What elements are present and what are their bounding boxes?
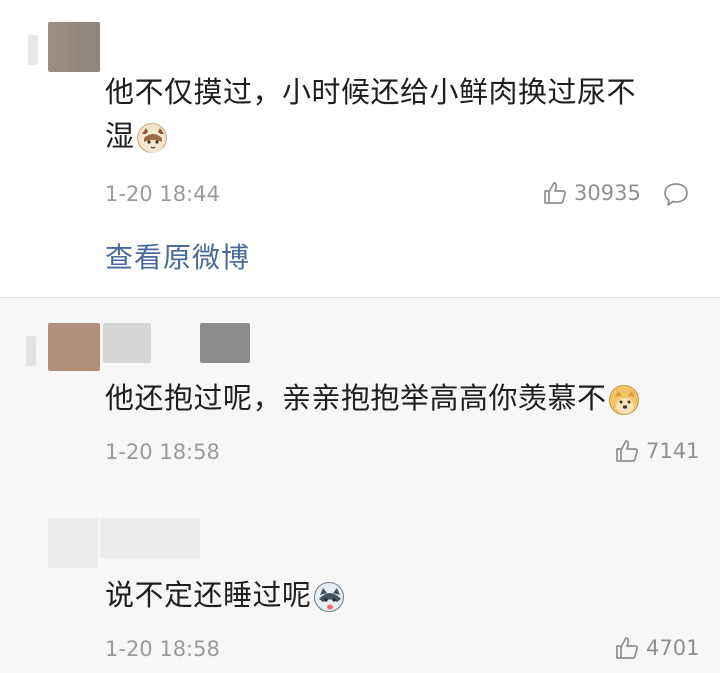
like-count: 7141 — [646, 439, 700, 463]
comment-item: 他不仅摸过，小时候还给小鲜肉换过尿不 湿 1-20 18:44 30935 查看… — [0, 0, 720, 297]
doge-emoji — [608, 385, 639, 415]
thumbs-up-icon — [616, 440, 638, 462]
like-button[interactable]: 4701 — [614, 635, 699, 661]
comment-text: 他还抱过呢，亲亲抱抱举高高你羡慕不 — [105, 376, 639, 420]
reply-icon[interactable] — [662, 180, 690, 208]
comment-time: 1-20 18:58 — [105, 440, 220, 464]
comment-text: 说不定还睡过呢 — [105, 573, 344, 617]
avatar-edge — [28, 35, 38, 65]
username-blur — [100, 518, 200, 558]
like-button[interactable]: 7141 — [614, 438, 699, 464]
thumbs-up-icon — [616, 637, 638, 659]
avatar[interactable] — [48, 518, 98, 568]
comment-item: 说不定还睡过呢 1-20 18:58 4701 — [0, 493, 720, 673]
comment-item: 他还抱过呢，亲亲抱抱举高高你羡慕不 1-20 18:58 7141 — [0, 298, 720, 493]
avatar[interactable] — [48, 323, 100, 371]
view-original-weibo-link[interactable]: 查看原微博 — [105, 236, 250, 276]
like-count: 4701 — [646, 636, 700, 660]
avatar[interactable] — [48, 22, 100, 72]
avatar-edge — [26, 336, 36, 366]
cat-face-emoji — [136, 123, 167, 153]
comment-time: 1-20 18:58 — [105, 637, 220, 661]
username-blur — [200, 323, 250, 363]
like-count: 30935 — [574, 181, 641, 205]
like-button[interactable]: 30935 — [542, 180, 641, 206]
comment-text: 他不仅摸过，小时候还给小鲜肉换过尿不 湿 — [105, 75, 637, 153]
comment-time: 1-20 18:44 — [105, 182, 220, 206]
thumbs-up-icon — [544, 182, 566, 204]
husky-emoji — [313, 582, 344, 612]
username-blur — [103, 323, 151, 363]
